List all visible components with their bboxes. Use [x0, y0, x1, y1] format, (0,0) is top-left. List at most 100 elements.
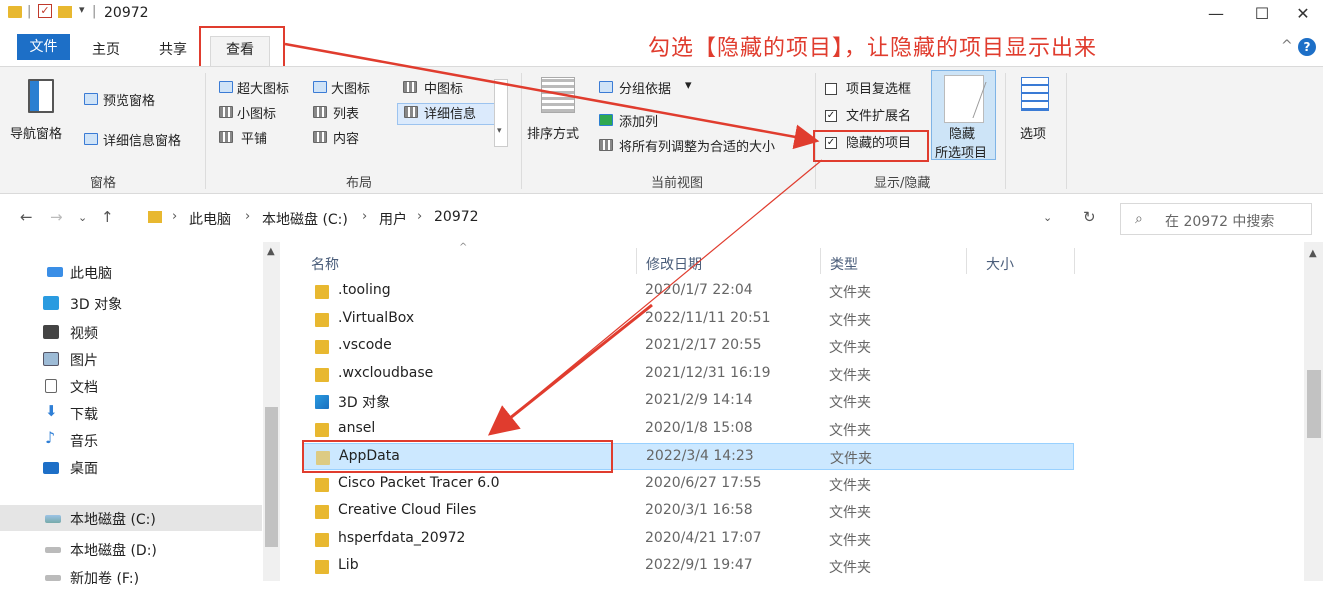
nav-item-drive-d[interactable]: 本地磁盘 (D:) [0, 536, 262, 562]
navigation-pane-icon[interactable] [28, 79, 54, 113]
recent-locations-icon[interactable]: ⌄ [78, 211, 87, 224]
file-type: 文件夹 [829, 285, 871, 301]
layout-list[interactable]: 列表 [333, 103, 359, 122]
nav-item-documents[interactable]: 文档 [0, 373, 262, 399]
column-header-size[interactable]: 大小 [986, 254, 1014, 274]
back-icon[interactable]: ← [20, 208, 33, 226]
details-pane-button[interactable]: 详细信息窗格 [103, 130, 181, 149]
breadcrumb-separator[interactable]: › [172, 209, 177, 224]
minimize-button[interactable]: — [1196, 4, 1236, 23]
scroll-up-icon[interactable]: ▲ [1309, 248, 1317, 259]
breadcrumb-user-folder[interactable]: 20972 [434, 209, 479, 225]
nav-item-videos[interactable]: 视频 [0, 319, 262, 345]
folder-icon [315, 505, 329, 519]
scrollbar-thumb[interactable] [265, 407, 278, 547]
table-row[interactable]: .VirtualBox 2022/11/11 20:51 文件夹 [302, 306, 1074, 333]
table-row[interactable]: .tooling 2020/1/7 22:04 文件夹 [302, 278, 1074, 305]
table-row[interactable]: Cisco Packet Tracer 6.0 2020/6/27 17:55 … [302, 471, 1074, 498]
hide-selected-label-2: 所选项目 [935, 146, 988, 161]
nav-item-pictures[interactable]: 图片 [0, 346, 262, 372]
item-checkboxes-label[interactable]: 项目复选框 [846, 78, 911, 97]
group-by-button[interactable]: 分组依据 [619, 78, 671, 97]
layout-medium[interactable]: 中图标 [424, 78, 463, 97]
scrollbar-thumb[interactable] [1307, 370, 1321, 438]
nav-item-this-pc[interactable]: 此电脑 [0, 259, 262, 285]
table-row[interactable]: .wxcloudbase 2021/12/31 16:19 文件夹 [302, 361, 1074, 388]
breadcrumb-drive-c[interactable]: 本地磁盘 (C:) [262, 209, 348, 229]
nav-item-drive-c[interactable]: 本地磁盘 (C:) [0, 505, 262, 531]
table-row[interactable]: Creative Cloud Files 2020/3/1 16:58 文件夹 [302, 498, 1074, 525]
nav-item-3d-objects[interactable]: 3D 对象 [0, 290, 262, 316]
file-type: 文件夹 [829, 340, 871, 356]
layout-gallery-scrollbar[interactable]: ▾ [494, 79, 508, 147]
add-columns-button[interactable]: 添加列 [619, 111, 658, 130]
tab-share[interactable]: 共享 [159, 39, 187, 59]
column-divider[interactable] [820, 248, 821, 274]
file-list-scrollbar[interactable]: ▲ [1304, 242, 1323, 581]
table-row[interactable]: 3D 对象 2021/2/9 14:14 文件夹 [302, 388, 1074, 415]
table-row[interactable]: ansel 2020/1/8 15:08 文件夹 [302, 416, 1074, 443]
small-icons-icon [219, 106, 233, 118]
layout-extra-large[interactable]: 超大图标 [237, 78, 289, 97]
sort-by-button[interactable]: 排序方式 [527, 123, 579, 142]
file-type: 文件夹 [829, 478, 871, 494]
layout-details[interactable]: 详细信息 [424, 103, 476, 122]
nav-item-downloads[interactable]: ⬇ 下载 [0, 400, 262, 426]
breadcrumb-users[interactable]: 用户 [379, 209, 407, 229]
breadcrumb-separator[interactable]: › [245, 209, 250, 224]
tab-file[interactable]: 文件 [17, 34, 70, 60]
layout-tiles[interactable]: 平铺 [241, 128, 267, 147]
options-button[interactable]: 选项 [1020, 123, 1046, 142]
layout-large[interactable]: 大图标 [331, 78, 370, 97]
table-row[interactable]: .vscode 2021/2/17 20:55 文件夹 [302, 333, 1074, 360]
up-icon[interactable]: ↑ [101, 208, 114, 226]
nav-item-desktop[interactable]: 桌面 [0, 454, 262, 480]
divider [1066, 73, 1067, 189]
column-header-type[interactable]: 类型 [830, 254, 858, 274]
help-icon[interactable]: ? [1298, 38, 1316, 56]
new-folder-icon[interactable] [58, 6, 72, 18]
file-date: 2021/2/9 14:14 [645, 392, 753, 408]
column-divider[interactable] [636, 248, 637, 274]
folder-icon [315, 285, 329, 299]
search-input[interactable]: ⌕ 在 20972 中搜索 [1120, 203, 1312, 235]
layout-small[interactable]: 小图标 [237, 103, 276, 122]
fit-columns-button[interactable]: 将所有列调整为合适的大小 [619, 136, 775, 155]
column-divider[interactable] [966, 248, 967, 274]
maximize-button[interactable]: ☐ [1242, 4, 1282, 23]
refresh-icon[interactable]: ↻ [1083, 208, 1096, 226]
customize-quick-access-icon[interactable]: ▾ [79, 3, 85, 16]
folder-icon [315, 368, 329, 382]
tiles-icon [219, 131, 233, 143]
item-checkboxes-checkbox[interactable] [825, 83, 837, 95]
tab-home[interactable]: 主页 [92, 39, 120, 59]
nav-item-drive-f[interactable]: 新加卷 (F:) [0, 564, 262, 590]
forward-icon[interactable]: → [50, 208, 63, 226]
breadcrumb-separator[interactable]: › [362, 209, 367, 224]
file-extensions-checkbox[interactable]: ✓ [825, 110, 837, 122]
add-columns-icon [599, 114, 613, 126]
column-divider[interactable] [1074, 248, 1075, 274]
layout-content[interactable]: 内容 [333, 128, 359, 147]
breadcrumb-this-pc[interactable]: 此电脑 [189, 209, 231, 229]
column-header-name[interactable]: 名称 [311, 254, 339, 274]
file-extensions-label[interactable]: 文件扩展名 [846, 105, 911, 124]
nav-pane-button[interactable]: 导航窗格 [10, 123, 62, 142]
table-row[interactable]: hsperfdata_20972 2020/4/21 17:07 文件夹 [302, 526, 1074, 553]
close-button[interactable]: ✕ [1283, 4, 1323, 23]
chevron-down-icon: ▾ [685, 78, 692, 93]
scroll-up-icon[interactable]: ▲ [267, 246, 275, 257]
preview-pane-button[interactable]: 预览窗格 [103, 90, 155, 109]
address-history-icon[interactable]: ⌄ [1043, 211, 1052, 224]
nav-item-music[interactable]: ♪ 音乐 [0, 427, 262, 453]
file-name: ansel [338, 420, 376, 436]
column-header-modified[interactable]: 修改日期 [646, 254, 702, 274]
table-row[interactable]: Lib 2022/9/1 19:47 文件夹 [302, 553, 1074, 580]
properties-icon[interactable]: ✓ [38, 4, 52, 18]
expand-gallery-icon[interactable]: ▾ [497, 126, 502, 136]
collapse-ribbon-icon[interactable]: ^ [1281, 38, 1293, 54]
preview-pane-icon [84, 93, 98, 105]
breadcrumb-separator[interactable]: › [417, 209, 422, 224]
nav-pane-scrollbar[interactable]: ▲ [263, 242, 280, 581]
nav-item-label: 文档 [70, 380, 98, 396]
